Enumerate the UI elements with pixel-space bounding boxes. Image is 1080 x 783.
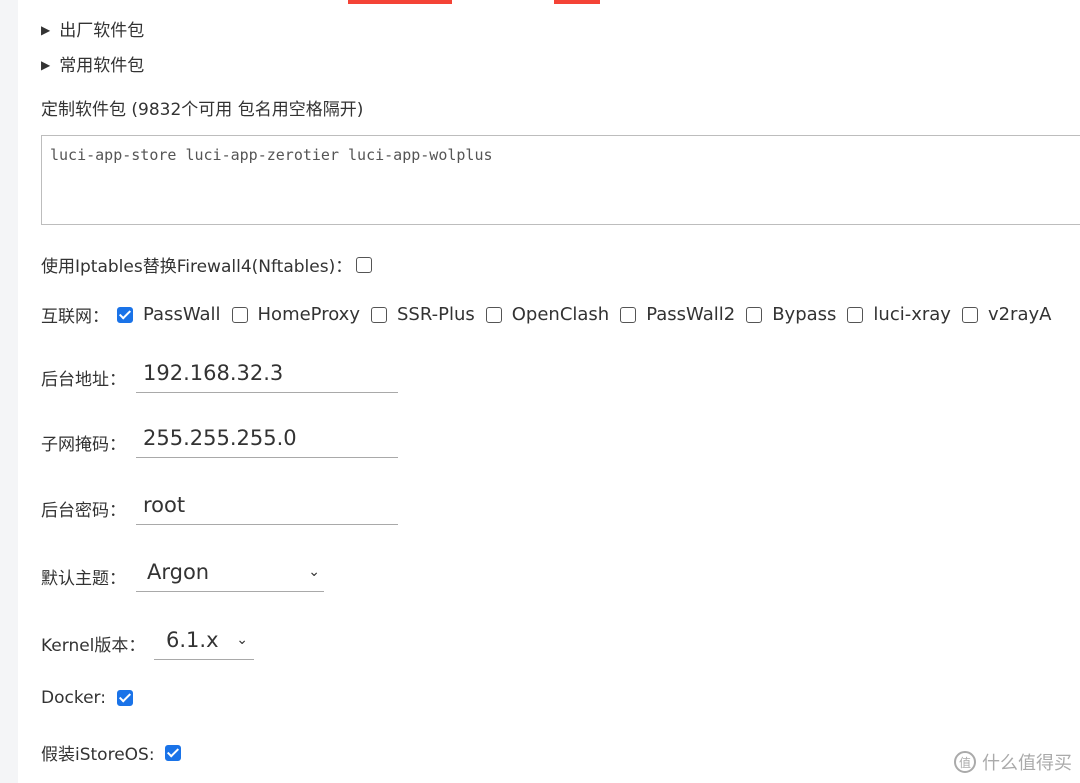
passwall-checkbox[interactable] bbox=[117, 306, 133, 323]
ssr-plus-checkbox[interactable] bbox=[370, 306, 387, 323]
internet-row: 互联网： PassWall HomeProxy SSR-Plus OpenCla… bbox=[41, 302, 1062, 327]
homeproxy-checkbox[interactable] bbox=[231, 306, 248, 323]
backend-address-input[interactable]: 192.168.32.3 bbox=[136, 353, 398, 393]
subnet-mask-input[interactable]: 255.255.255.0 bbox=[136, 418, 398, 458]
highlight-mark bbox=[554, 0, 600, 4]
iptables-row: 使用Iptables替换Firewall4(Nftables)： bbox=[41, 252, 373, 277]
default-theme-label: 默认主题： bbox=[41, 569, 126, 589]
docker-label: Docker: bbox=[41, 688, 106, 708]
fake-istoreos-row: 假装iStoreOS: bbox=[41, 740, 181, 765]
custom-packages-label: 定制软件包 (9832个可用 包名用空格隔开) bbox=[41, 100, 364, 120]
default-theme-select[interactable]: Argon ⌄ bbox=[136, 552, 324, 592]
fake-istoreos-checkbox[interactable] bbox=[164, 744, 181, 761]
backend-password-label: 后台密码： bbox=[41, 501, 126, 521]
common-packages-toggle[interactable]: ▶ 常用软件包 bbox=[41, 51, 144, 76]
passwall2-checkbox[interactable] bbox=[620, 306, 637, 323]
option-bypass[interactable]: Bypass bbox=[746, 304, 847, 325]
option-homeproxy[interactable]: HomeProxy bbox=[231, 304, 371, 325]
luci-xray-checkbox[interactable] bbox=[847, 306, 864, 323]
bypass-checkbox[interactable] bbox=[746, 306, 763, 323]
chevron-down-icon: ⌄ bbox=[236, 631, 248, 648]
subnet-mask-label: 子网掩码： bbox=[41, 435, 126, 455]
internet-label: 互联网： bbox=[41, 307, 109, 327]
option-passwall[interactable]: PassWall bbox=[117, 304, 232, 325]
kernel-version-select[interactable]: 6.1.x ⌄ bbox=[154, 620, 254, 660]
backend-password-input[interactable]: root bbox=[136, 485, 398, 525]
watermark: 值 什么值得买 bbox=[954, 749, 1072, 775]
v2raya-checkbox[interactable] bbox=[961, 306, 978, 323]
iptables-checkbox[interactable] bbox=[356, 256, 373, 273]
fake-istoreos-label: 假装iStoreOS: bbox=[41, 745, 155, 765]
option-v2raya[interactable]: v2rayA bbox=[961, 304, 1063, 325]
openclash-checkbox[interactable] bbox=[485, 306, 502, 323]
docker-checkbox[interactable] bbox=[116, 690, 133, 706]
chevron-down-icon: ⌄ bbox=[308, 563, 320, 580]
custom-packages-textarea[interactable]: luci-app-store luci-app-zerotier luci-ap… bbox=[41, 135, 1080, 225]
highlight-mark bbox=[348, 0, 452, 4]
option-ssr-plus[interactable]: SSR-Plus bbox=[370, 304, 486, 325]
option-luci-xray[interactable]: luci-xray bbox=[847, 304, 962, 325]
triangle-right-icon: ▶ bbox=[41, 58, 51, 72]
option-passwall2[interactable]: PassWall2 bbox=[620, 304, 746, 325]
option-openclash[interactable]: OpenClash bbox=[485, 304, 620, 325]
top-clipped-row bbox=[18, 0, 618, 6]
triangle-right-icon: ▶ bbox=[41, 23, 51, 37]
backend-address-label: 后台地址： bbox=[41, 370, 126, 390]
kernel-version-label: Kernel版本： bbox=[41, 636, 146, 656]
iptables-label: 使用Iptables替换Firewall4(Nftables)： bbox=[41, 257, 353, 277]
smzdm-logo-icon: 值 bbox=[954, 751, 976, 773]
docker-row: Docker: bbox=[41, 688, 133, 708]
factory-packages-toggle[interactable]: ▶ 出厂软件包 bbox=[41, 16, 144, 41]
